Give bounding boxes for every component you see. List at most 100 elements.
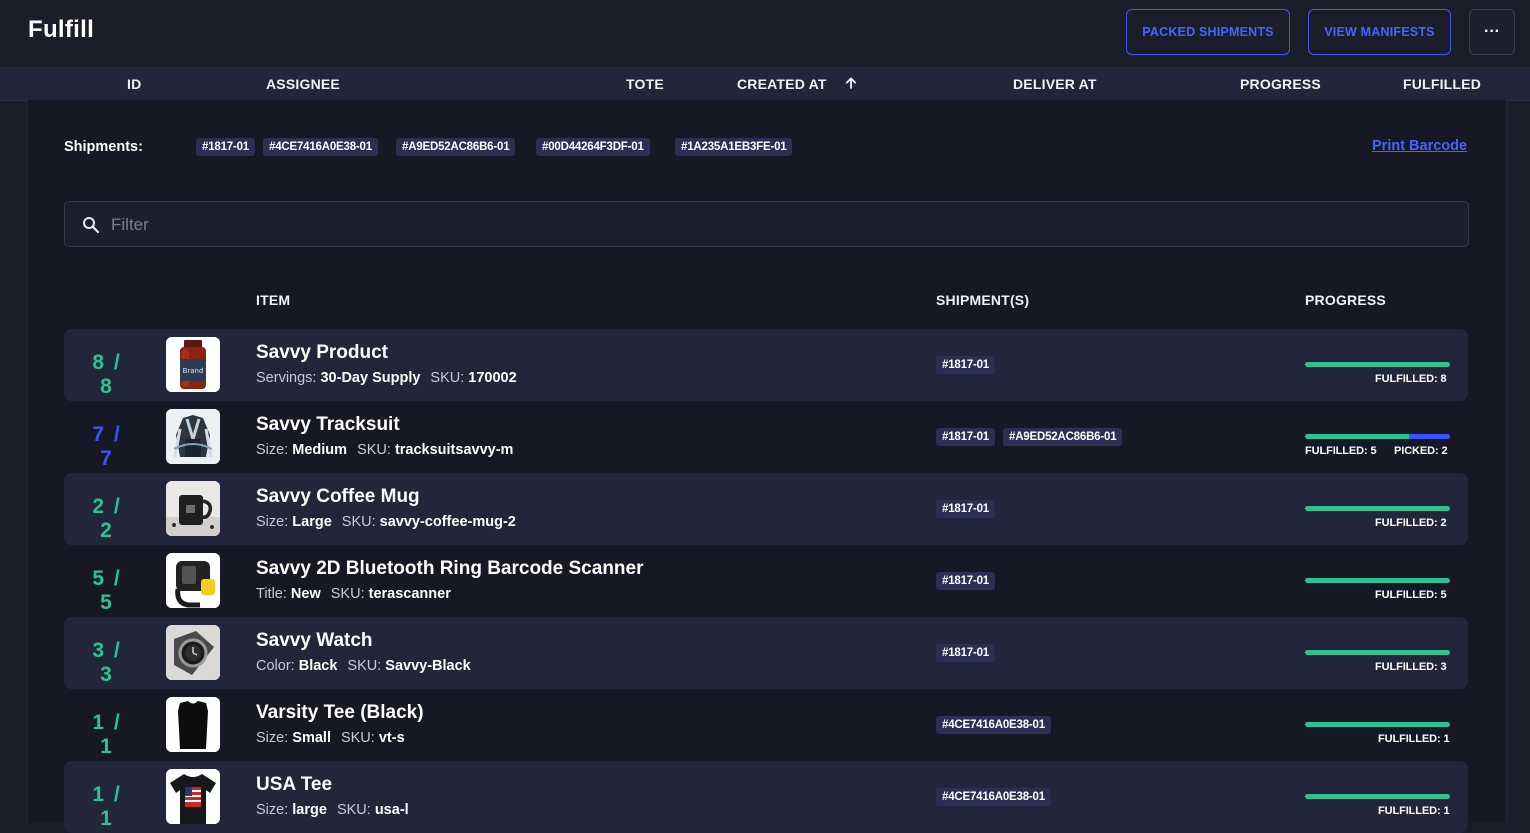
column-assignee[interactable]: ASSIGNEE (266, 76, 340, 92)
shipment-tag[interactable]: #1A235A1EB3FE-01 (675, 138, 793, 156)
shipment-tag[interactable]: #1817-01 (936, 356, 995, 374)
item-count: 2 / 2 (92, 495, 122, 542)
packed-shipments-button[interactable]: PACKED SHIPMENTS (1126, 9, 1290, 55)
shipment-tag[interactable]: #A9ED52AC86B6-01 (396, 138, 516, 156)
watch-icon (166, 625, 220, 680)
product-thumbnail (166, 769, 220, 824)
column-deliver-at[interactable]: DELIVER AT (1013, 76, 1097, 92)
supplement-bottle-icon: Brand (166, 337, 220, 392)
sku-value: 170002 (468, 370, 517, 386)
attribute-value: large (292, 802, 327, 818)
sku-value: tracksuitsavvy-m (394, 442, 514, 458)
sku-key: SKU: (330, 586, 365, 602)
sort-ascending-icon[interactable] (843, 75, 859, 91)
attribute-value: New (290, 586, 321, 602)
attribute-key: Size: (256, 802, 289, 818)
search-icon (83, 217, 100, 234)
page-title: Fulfill (28, 16, 95, 43)
progress-bar (1305, 794, 1450, 799)
shipment-tag[interactable]: #4CE7416A0E38-01 (936, 716, 1051, 734)
attribute-value: Medium (292, 442, 348, 458)
item-name: USA Tee (256, 774, 333, 795)
fulfilled-count-label: FULFILLED: 1 (1378, 805, 1450, 817)
shipment-tag[interactable]: #4CE7416A0E38-01 (936, 788, 1051, 806)
item-row[interactable]: 1 / 1 USA Tee Size: large SKU: usa-l #4CE… (64, 761, 1468, 833)
column-id[interactable]: ID (127, 76, 141, 92)
fulfilled-count-label: FULFILLED: 3 (1375, 661, 1447, 673)
item-count: 5 / 5 (92, 567, 122, 614)
item-name: Savvy Coffee Mug (256, 486, 420, 507)
filter-field[interactable] (64, 201, 1469, 248)
sku-key: SKU: (357, 442, 391, 458)
fulfilled-count-label: FULFILLED: 5 (1305, 445, 1377, 457)
item-row[interactable]: 5 / 5 Savvy 2D Bluetooth Ring Barcode Sc… (64, 545, 1468, 617)
svg-text:Brand: Brand (183, 367, 204, 375)
item-count: 8 / 8 (92, 351, 122, 398)
item-meta: Servings: 30-Day Supply SKU: 170002 (256, 370, 517, 386)
attribute-value: Black (298, 658, 338, 674)
sku-value: savvy-coffee-mug-2 (379, 514, 516, 530)
usa-tee-icon (166, 769, 220, 824)
shipment-tag[interactable]: #1817-01 (936, 644, 995, 662)
sku-value: terascanner (368, 586, 451, 602)
fulfilled-count-label: FULFILLED: 5 (1375, 589, 1447, 601)
shipments-label: Shipments: (64, 139, 143, 155)
view-manifests-button[interactable]: VIEW MANIFESTS (1308, 9, 1451, 55)
item-meta: Size: large SKU: usa-l (256, 802, 409, 818)
progress-bar (1305, 578, 1450, 583)
attribute-value: Large (292, 514, 332, 530)
ring-scanner-icon (166, 553, 220, 608)
item-name: Savvy Watch (256, 630, 373, 651)
items-header-shipments: SHIPMENT(S) (936, 292, 1030, 308)
attribute-key: Color: (256, 658, 295, 674)
item-row[interactable]: 7 / 7 Savvy Tracksuit Size: Medium SKU: t… (64, 401, 1468, 473)
items-header-progress: PROGRESS (1305, 292, 1386, 308)
item-name: Savvy Tracksuit (256, 414, 400, 435)
item-row[interactable]: 1 / 1 Varsity Tee (Black) Size: Small SKU… (64, 689, 1468, 761)
shipment-tag[interactable]: #1817-01 (936, 428, 995, 446)
items-header-item: ITEM (256, 292, 291, 308)
item-meta: Size: Large SKU: savvy-coffee-mug-2 (256, 514, 516, 530)
item-count: 1 / 1 (92, 711, 122, 758)
fulfilled-count-label: FULFILLED: 1 (1378, 733, 1450, 745)
shipment-tag[interactable]: #1817-01 (196, 138, 255, 156)
picked-fill (1408, 434, 1450, 439)
item-name: Savvy Product (256, 342, 388, 363)
shipment-tag[interactable]: #1817-01 (936, 500, 995, 518)
column-created-at[interactable]: CREATED AT (737, 76, 827, 92)
print-barcode-link[interactable]: Print Barcode (1372, 138, 1467, 154)
attribute-key: Size: (256, 730, 289, 746)
item-row[interactable]: 2 / 2 Savvy Coffee Mug Size: Large SKU: s… (64, 473, 1468, 545)
column-progress[interactable]: PROGRESS (1240, 76, 1321, 92)
shipment-tag[interactable]: #1817-01 (936, 572, 995, 590)
coffee-mug-icon (166, 481, 220, 536)
item-row[interactable]: 3 / 3 Savvy Watch Color: Black SKU: Savvy… (64, 617, 1468, 689)
shipment-tag[interactable]: #4CE7416A0E38-01 (263, 138, 378, 156)
column-fulfilled[interactable]: FULFILLED (1403, 76, 1481, 92)
progress-bar (1305, 650, 1450, 655)
sku-value: usa-l (374, 802, 409, 818)
progress-bar (1305, 434, 1450, 439)
item-count: 7 / 7 (92, 423, 122, 470)
black-tee-icon (166, 697, 220, 752)
product-thumbnail (166, 409, 220, 464)
attribute-key: Servings: (256, 370, 317, 386)
more-icon: ··· (1484, 23, 1500, 40)
sku-key: SKU: (347, 658, 382, 674)
more-options-button[interactable]: ··· (1469, 9, 1515, 55)
attribute-value: 30-Day Supply (320, 370, 421, 386)
filter-input[interactable] (109, 202, 1453, 248)
item-row[interactable]: 8 / 8 Brand Savvy Product Servings: 30-D… (64, 329, 1468, 401)
product-thumbnail: Brand (166, 337, 220, 392)
item-count: 1 / 1 (92, 783, 122, 830)
shipment-tag[interactable]: #00D44264F3DF-01 (536, 138, 650, 156)
item-count: 3 / 3 (92, 639, 122, 686)
item-meta: Size: Medium SKU: tracksuitsavvy-m (256, 442, 513, 458)
progress-bar (1305, 506, 1450, 511)
attribute-key: Title: (256, 586, 287, 602)
progress-bar (1305, 722, 1450, 727)
picked-count-label: PICKED: 2 (1394, 445, 1448, 457)
shipment-tag[interactable]: #A9ED52AC86B6-01 (1003, 428, 1123, 446)
sku-key: SKU: (430, 370, 465, 386)
column-tote[interactable]: TOTE (626, 76, 664, 92)
